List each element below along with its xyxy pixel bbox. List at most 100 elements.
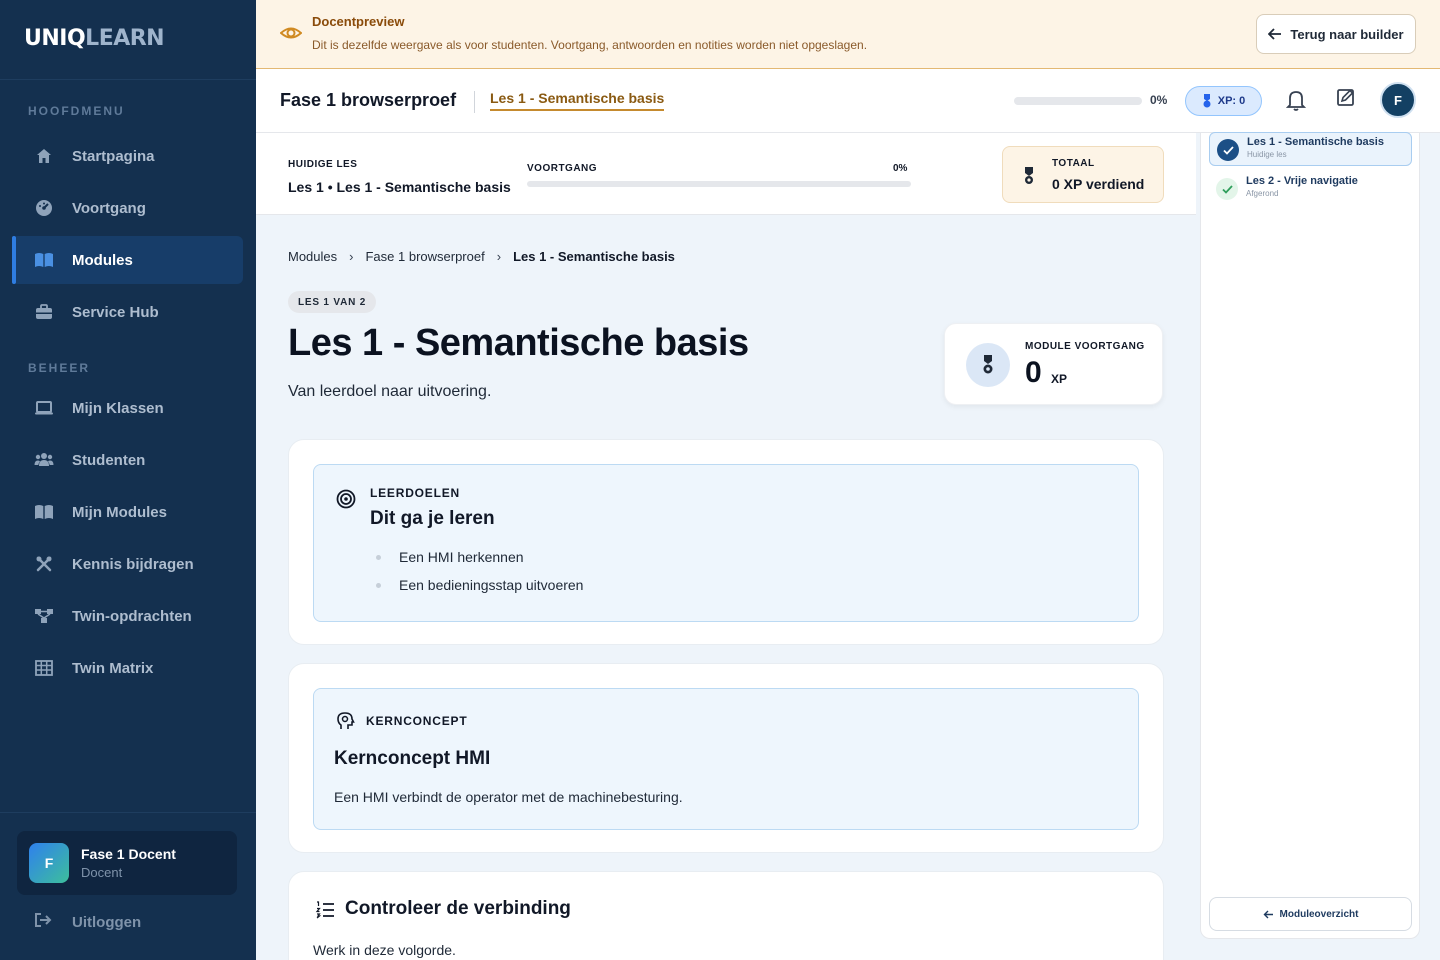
lesson-nav-status: Afgerond bbox=[1246, 189, 1279, 198]
sidebar-divider bbox=[0, 812, 256, 813]
arrow-left-icon bbox=[1263, 910, 1273, 918]
goals-title: Dit ga je leren bbox=[370, 508, 495, 529]
xp-label: XP: 0 bbox=[1217, 95, 1246, 107]
arrow-left-icon bbox=[1268, 28, 1282, 40]
total-value: 0 XP verdiend bbox=[1052, 176, 1145, 192]
back-button-label: Terug naar builder bbox=[1290, 26, 1404, 42]
user-card[interactable]: F Fase 1 Docent Docent bbox=[17, 831, 237, 895]
concept-title: Kernconcept HMI bbox=[334, 748, 491, 769]
list-item: Een bedieningsstap uitvoeren bbox=[376, 577, 583, 593]
sidebar-item-studenten[interactable]: Studenten bbox=[12, 436, 243, 484]
sidebar-item-label: Twin-opdrachten bbox=[72, 607, 192, 625]
back-to-builder-button[interactable]: Terug naar builder bbox=[1256, 14, 1416, 54]
current-lesson-label: HUIDIGE LES bbox=[288, 159, 358, 170]
toolbox-icon bbox=[34, 302, 54, 322]
head-gear-icon bbox=[336, 711, 356, 736]
logout-icon bbox=[34, 912, 52, 932]
bell-icon[interactable] bbox=[1285, 89, 1307, 116]
progress-label: VOORTGANG bbox=[527, 163, 598, 174]
tab-current-lesson[interactable]: Les 1 - Semantische basis bbox=[490, 90, 665, 111]
learning-goals-panel: LEERDOELEN Dit ga je leren Een HMI herke… bbox=[313, 464, 1139, 622]
user-avatar[interactable]: F bbox=[1380, 82, 1416, 118]
brand-logo-part2: LEARN bbox=[85, 26, 165, 51]
total-label: TOTAAL bbox=[1052, 158, 1095, 169]
user-avatar: F bbox=[29, 843, 69, 883]
sidebar-item-modules[interactable]: Modules bbox=[12, 236, 243, 284]
breadcrumb-item[interactable]: Modules bbox=[288, 249, 337, 264]
lesson-nav-item[interactable]: Les 2 - Vrije navigatie Afgerond bbox=[1209, 172, 1412, 206]
sidebar-item-twin-matrix[interactable]: Twin Matrix bbox=[12, 644, 243, 692]
sidebar-item-voortgang[interactable]: Voortgang bbox=[12, 184, 243, 232]
lesson-nav-item-current[interactable]: Les 1 - Semantische basis Huidige les bbox=[1209, 132, 1412, 166]
check-circle-icon bbox=[1216, 178, 1238, 200]
xp-badge[interactable]: XP: 0 bbox=[1185, 86, 1262, 116]
logout-label: Uitloggen bbox=[72, 913, 142, 931]
core-concept-card: KERNCONCEPT Kernconcept HMI Een HMI verb… bbox=[288, 663, 1164, 853]
preview-banner: Docentpreview Dit is dezelfde weergave a… bbox=[256, 0, 1440, 69]
list-item: Een HMI herkennen bbox=[376, 549, 524, 565]
sidebar-item-label: Service Hub bbox=[72, 303, 159, 321]
banner-text: Dit is dezelfde weergave als voor studen… bbox=[312, 38, 868, 52]
users-icon bbox=[34, 450, 54, 470]
sidebar-item-kennis-bijdragen[interactable]: Kennis bijdragen bbox=[12, 540, 243, 588]
course-title: Fase 1 browserproef bbox=[280, 90, 457, 110]
breadcrumb-separator: › bbox=[496, 249, 502, 264]
logout-button[interactable]: Uitloggen bbox=[34, 912, 141, 932]
learning-goals-card: LEERDOELEN Dit ga je leren Een HMI herke… bbox=[288, 439, 1164, 645]
sidebar-item-label: Voortgang bbox=[72, 199, 146, 217]
progress-bar bbox=[527, 181, 911, 187]
banner-title: Docentpreview bbox=[312, 14, 405, 29]
breadcrumb: Modules › Fase 1 browserproef › Les 1 - … bbox=[288, 249, 675, 264]
core-concept-panel: KERNCONCEPT Kernconcept HMI Een HMI verb… bbox=[313, 688, 1139, 830]
module-progress-card: MODULE VOORTGANG 0 XP bbox=[944, 323, 1163, 405]
check-circle-icon bbox=[1217, 139, 1239, 161]
brand-logo-part1: UNIQ bbox=[24, 26, 86, 51]
sidebar-item-label: Kennis bijdragen bbox=[72, 555, 194, 573]
user-role: Docent bbox=[81, 865, 123, 880]
module-overview-button[interactable]: Moduleoverzicht bbox=[1209, 897, 1412, 931]
medal-icon bbox=[1025, 167, 1033, 184]
lesson-navigation-panel: Les 1 - Semantische basis Huidige les Le… bbox=[1200, 132, 1420, 939]
goal-text: Een HMI herkennen bbox=[399, 549, 524, 565]
numbered-list-icon bbox=[315, 900, 335, 925]
tools-icon bbox=[34, 554, 54, 574]
medal-icon bbox=[1203, 94, 1211, 108]
sidebar-item-twin-opdrachten[interactable]: Twin-opdrachten bbox=[12, 592, 243, 640]
total-xp-card: TOTAAL 0 XP verdiend bbox=[1002, 146, 1164, 203]
concept-label: KERNCONCEPT bbox=[366, 714, 468, 728]
medal-icon bbox=[966, 343, 1010, 387]
bullet-icon bbox=[376, 554, 381, 560]
notes-icon[interactable] bbox=[1336, 87, 1356, 112]
nav-section-admin: BEHEER bbox=[28, 361, 91, 375]
sidebar: UNIQLEARN HOOFDMENU Startpagina Voortgan… bbox=[0, 0, 256, 960]
sidebar-item-label: Startpagina bbox=[72, 147, 155, 165]
sidebar-item-mijn-klassen[interactable]: Mijn Klassen bbox=[12, 384, 243, 432]
title-divider bbox=[474, 91, 475, 113]
lesson-count-badge: LES 1 VAN 2 bbox=[288, 291, 377, 313]
brand-logo[interactable]: UNIQLEARN bbox=[0, 0, 256, 80]
home-icon bbox=[34, 146, 54, 166]
page-title: Les 1 - Semantische basis bbox=[288, 322, 749, 364]
lesson-nav-status: Huidige les bbox=[1247, 150, 1287, 159]
sidebar-item-service-hub[interactable]: Service Hub bbox=[12, 288, 243, 336]
module-overview-label: Moduleoverzicht bbox=[1279, 908, 1359, 920]
grid-icon bbox=[34, 658, 54, 678]
diagram-icon bbox=[34, 606, 54, 626]
breadcrumb-separator: › bbox=[349, 249, 354, 264]
laptop-icon bbox=[34, 398, 54, 418]
steps-text: Werk in deze volgorde. bbox=[313, 942, 456, 958]
breadcrumb-item[interactable]: Fase 1 browserproef bbox=[365, 249, 484, 264]
user-name: Fase 1 Docent bbox=[81, 846, 176, 862]
progress-percent: 0% bbox=[893, 163, 908, 174]
sidebar-item-label: Mijn Modules bbox=[72, 503, 167, 521]
sidebar-item-mijn-modules[interactable]: Mijn Modules bbox=[12, 488, 243, 536]
sidebar-item-startpagina[interactable]: Startpagina bbox=[12, 132, 243, 180]
top-progress-percent: 0% bbox=[1150, 93, 1168, 107]
gauge-icon bbox=[34, 198, 54, 218]
top-progress-bar bbox=[1014, 97, 1142, 105]
sidebar-item-label: Mijn Klassen bbox=[72, 399, 164, 417]
sidebar-item-label: Modules bbox=[72, 251, 133, 269]
steps-card: Controleer de verbinding Werk in deze vo… bbox=[288, 871, 1164, 960]
current-lesson-value: Les 1 • Les 1 - Semantische basis bbox=[288, 179, 511, 195]
eye-icon bbox=[279, 22, 303, 49]
